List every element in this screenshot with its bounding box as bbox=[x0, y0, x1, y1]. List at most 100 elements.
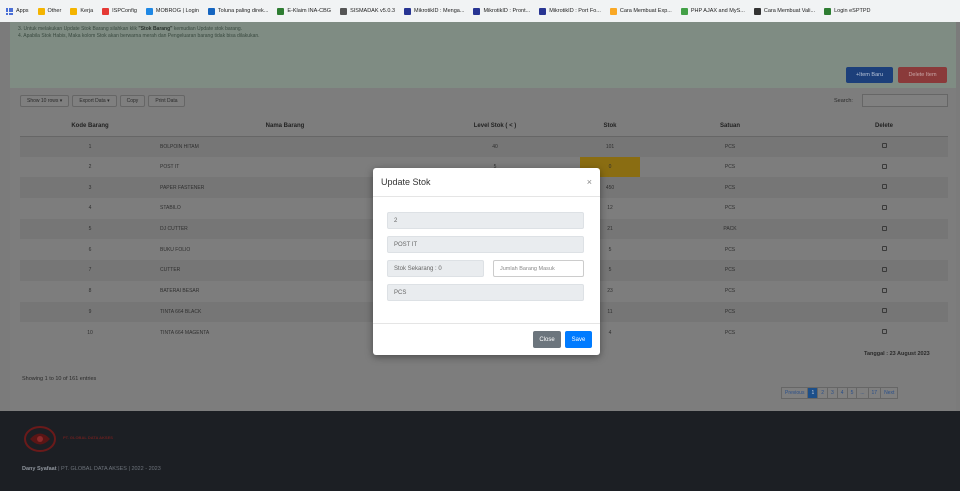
bookmark-favicon-icon bbox=[70, 7, 78, 15]
cell-kode: 7 bbox=[20, 260, 160, 281]
pagination: Previous 1 2 3 4 5... 17 Next bbox=[781, 387, 899, 399]
export-data-button[interactable]: Export Data ▾ bbox=[72, 95, 117, 107]
date-label: Tanggal : 23 August 2023 bbox=[864, 351, 930, 357]
apps-grid-icon bbox=[6, 7, 13, 15]
modal-footer: Close Save bbox=[373, 323, 600, 355]
cell-delete bbox=[820, 322, 948, 343]
cell-kode: 3 bbox=[20, 177, 160, 199]
delete-checkbox[interactable] bbox=[881, 143, 887, 149]
bookmark-favicon-icon bbox=[753, 7, 761, 15]
bookmark-item[interactable]: MOBROG | Login bbox=[145, 7, 199, 15]
column-header[interactable]: Kode Barang bbox=[20, 116, 160, 137]
bookmark-label: PHP AJAX and MyS... bbox=[690, 8, 745, 14]
table-row: 1 BOLPOIN HITAM 40 101 PCS bbox=[20, 136, 948, 157]
bookmark-item[interactable]: Cara Membuat Vali... bbox=[753, 7, 816, 15]
bookmark-label: Cara Membuat Exp... bbox=[619, 8, 672, 14]
bookmark-item[interactable]: Cara Membuat Exp... bbox=[609, 7, 672, 15]
bookmark-item[interactable]: Toluna paling direk... bbox=[207, 7, 268, 15]
show-rows-button[interactable]: Show 10 rows ▾ bbox=[20, 95, 70, 107]
bookmark-item[interactable]: ISPConfig bbox=[102, 7, 137, 15]
bookmark-label: MikrotikID : Pront... bbox=[483, 8, 531, 14]
logo-text: PT. GLOBAL DATA AKSES bbox=[63, 435, 113, 440]
cell-satuan: PCS bbox=[640, 177, 820, 199]
column-header[interactable]: Stok bbox=[580, 116, 640, 137]
bookmark-favicon-icon bbox=[404, 7, 412, 15]
bookmark-label: Other bbox=[47, 8, 62, 14]
cell-kode: 5 bbox=[20, 218, 160, 240]
column-header[interactable]: Delete bbox=[820, 116, 948, 137]
search-input[interactable] bbox=[862, 94, 948, 107]
jumlah-barang-masuk-input[interactable] bbox=[493, 260, 584, 277]
cell-delete bbox=[820, 260, 948, 281]
delete-checkbox[interactable] bbox=[881, 287, 887, 293]
close-button[interactable]: Close bbox=[533, 331, 561, 348]
bookmark-label: MikrotikID : Menga... bbox=[414, 8, 465, 14]
cell-stok[interactable]: 101 bbox=[580, 136, 640, 157]
bookmark-label: Apps bbox=[16, 8, 29, 14]
cell-satuan: PCS bbox=[724, 288, 736, 295]
cell-satuan: PCS bbox=[724, 205, 736, 212]
modal-header: Update Stok × bbox=[373, 168, 600, 197]
cell-satuan: PCS bbox=[724, 246, 736, 253]
delete-checkbox[interactable] bbox=[881, 163, 887, 169]
bookmark-item[interactable]: SISMADAK v5.0.3 bbox=[340, 7, 396, 15]
stok-sekarang-field: Stok Sekarang : 0 bbox=[387, 260, 484, 277]
cell-delete bbox=[820, 301, 948, 323]
cell-satuan: PCS bbox=[640, 260, 820, 281]
bookmark-label: SISMADAK v5.0.3 bbox=[350, 8, 396, 14]
delete-checkbox[interactable] bbox=[881, 329, 887, 335]
delete-checkbox[interactable] bbox=[881, 184, 887, 190]
bookmarks-bar: Apps Other Kerja ISPConfig MOBROG | Login Tol… bbox=[0, 0, 960, 22]
kode-barang-field: 2 bbox=[387, 212, 584, 229]
entries-info: Showing 1 to 10 of 161 entries bbox=[22, 376, 97, 382]
bookmark-favicon-icon bbox=[680, 7, 688, 15]
delete-checkbox[interactable] bbox=[881, 204, 887, 210]
bookmark-label: ISPConfig bbox=[112, 8, 137, 14]
bookmark-favicon-icon bbox=[824, 7, 832, 15]
bookmark-item[interactable]: MikrotikID : Port Fo... bbox=[539, 7, 601, 15]
delete-checkbox[interactable] bbox=[881, 246, 887, 252]
bookmark-item[interactable]: Kerja bbox=[70, 7, 94, 15]
cell-satuan: PACK bbox=[640, 218, 820, 240]
delete-checkbox[interactable] bbox=[881, 308, 887, 314]
cell-satuan: PCS bbox=[724, 329, 736, 336]
cell-delete bbox=[820, 157, 948, 178]
bookmark-item[interactable]: Apps bbox=[6, 7, 29, 15]
column-header[interactable]: Level Stok ( < ) bbox=[410, 116, 580, 137]
cell-satuan: PCS bbox=[724, 164, 736, 171]
copyright: Dany Syafaat | PT. GLOBAL DATA AKSES | 2… bbox=[22, 466, 161, 472]
page-button[interactable]: 17 bbox=[867, 387, 882, 399]
column-header[interactable]: Nama Barang bbox=[160, 116, 410, 137]
copy-button[interactable]: Copy bbox=[119, 95, 146, 107]
company-logo bbox=[24, 426, 56, 452]
new-item-button[interactable]: +Item Baru bbox=[846, 67, 893, 83]
bookmark-favicon-icon bbox=[539, 7, 547, 15]
cell-kode: 1 bbox=[20, 136, 160, 157]
bookmark-label: Kerja bbox=[80, 8, 94, 14]
save-button[interactable]: Save bbox=[565, 331, 592, 348]
bookmark-item[interactable]: Other bbox=[37, 7, 62, 15]
delete-item-button[interactable]: Delete Item bbox=[898, 67, 947, 83]
bookmark-item[interactable]: MikrotikID : Menga... bbox=[404, 7, 465, 15]
close-icon[interactable]: × bbox=[587, 177, 592, 187]
bookmark-label: Cara Membuat Vali... bbox=[763, 8, 816, 14]
bookmark-item[interactable]: MikrotikID : Pront... bbox=[473, 7, 531, 15]
bookmark-item[interactable]: E-Klaim INA-CBG bbox=[277, 7, 331, 15]
bookmark-favicon-icon bbox=[207, 7, 215, 15]
delete-checkbox[interactable] bbox=[881, 266, 887, 272]
page-button[interactable]: Previous bbox=[781, 387, 809, 399]
cell-delete bbox=[820, 281, 948, 302]
bookmark-favicon-icon bbox=[609, 7, 617, 15]
column-header[interactable]: Satuan bbox=[640, 116, 820, 137]
print-data-button[interactable]: Print Data bbox=[148, 95, 185, 107]
cell-delete bbox=[820, 136, 948, 157]
cell-delete bbox=[820, 177, 948, 199]
bookmark-item[interactable]: Login eSPTPD bbox=[824, 7, 871, 15]
delete-checkbox[interactable] bbox=[881, 225, 887, 231]
page-button[interactable]: Next bbox=[880, 387, 899, 399]
bookmark-favicon-icon bbox=[277, 7, 285, 15]
bookmark-item[interactable]: PHP AJAX and MyS... bbox=[680, 7, 745, 15]
modal-title: Update Stok bbox=[381, 177, 431, 187]
cell-kode: 9 bbox=[20, 301, 160, 323]
footer: PT. GLOBAL DATA AKSES Dany Syafaat | PT.… bbox=[0, 411, 960, 491]
